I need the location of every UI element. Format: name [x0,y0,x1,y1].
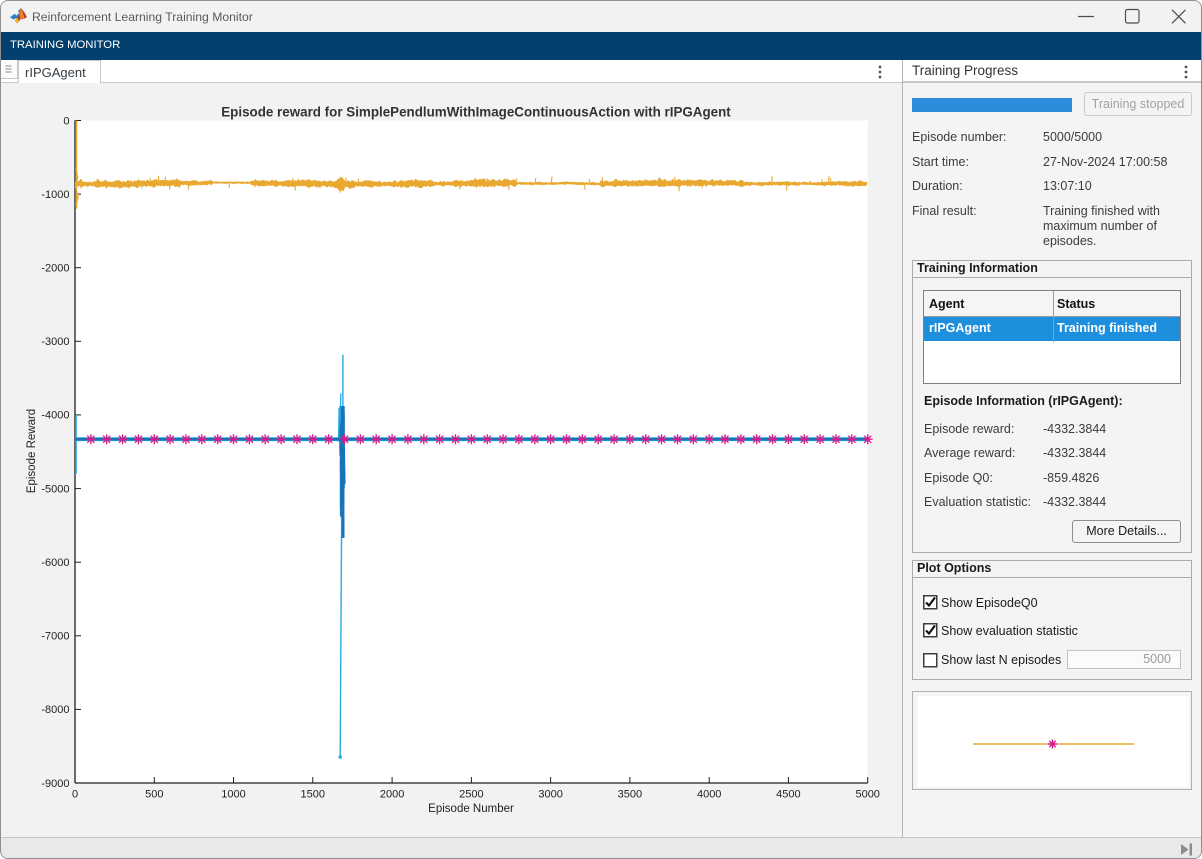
svg-text:4500: 4500 [776,789,800,801]
svg-text:-3000: -3000 [41,336,69,348]
svg-text:0: 0 [63,115,69,127]
svg-text:2000: 2000 [380,789,404,801]
svg-text:-1000: -1000 [41,189,69,201]
svg-text:-9000: -9000 [41,778,69,790]
svg-text:-8000: -8000 [41,704,69,716]
svg-text:1500: 1500 [301,789,325,801]
svg-text:1000: 1000 [221,789,245,801]
svg-text:Episode reward for SimplePendl: Episode reward for SimplePendlumWithImag… [221,105,731,120]
svg-text:2500: 2500 [459,789,483,801]
svg-text:Episode Reward: Episode Reward [26,409,38,493]
svg-text:500: 500 [145,789,163,801]
svg-text:-5000: -5000 [41,483,69,495]
svg-text:-4000: -4000 [41,410,69,422]
svg-text:Episode Number: Episode Number [428,803,514,815]
svg-text:-2000: -2000 [41,263,69,275]
svg-text:3500: 3500 [618,789,642,801]
svg-text:-7000: -7000 [41,631,69,643]
svg-text:5000: 5000 [855,789,879,801]
svg-text:4000: 4000 [697,789,721,801]
svg-text:0: 0 [72,789,78,801]
svg-text:3000: 3000 [538,789,562,801]
svg-text:-6000: -6000 [41,557,69,569]
